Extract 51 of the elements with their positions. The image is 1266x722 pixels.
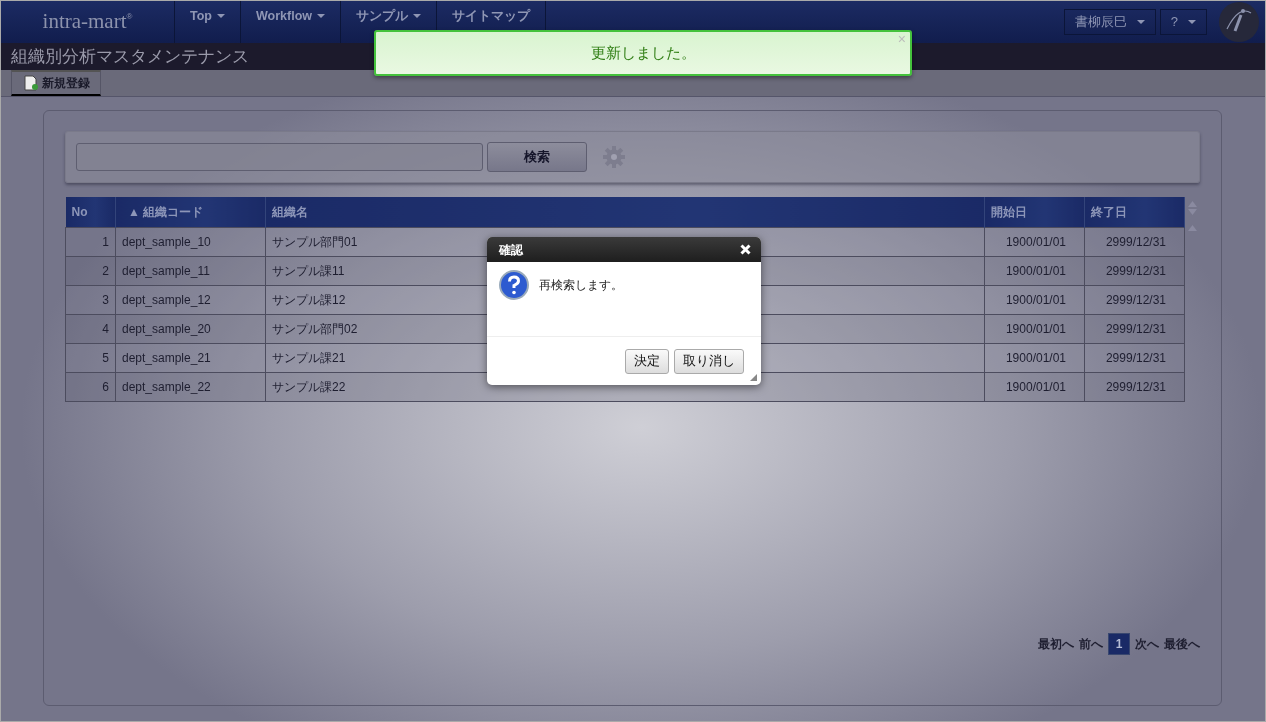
next-page-link[interactable]: 次へ bbox=[1135, 635, 1159, 653]
search-field[interactable] bbox=[76, 143, 483, 171]
table-cell: dept_sample_20 bbox=[115, 314, 266, 343]
column-header[interactable]: 終了日 bbox=[1084, 197, 1185, 227]
table-cell: 2999/12/31 bbox=[1084, 372, 1185, 401]
table-cell: 1900/01/01 bbox=[984, 227, 1085, 256]
page-title: 組織別分析マスタメンテナンス bbox=[11, 46, 249, 68]
column-header[interactable]: No bbox=[65, 197, 116, 227]
new-entry-button[interactable]: 新規登録 bbox=[11, 70, 101, 96]
table-cell: 1900/01/01 bbox=[984, 314, 1085, 343]
settings-icon[interactable] bbox=[603, 146, 625, 168]
last-page-link[interactable]: 最後へ bbox=[1164, 635, 1200, 653]
user-menu[interactable]: 書柳辰巳 bbox=[1063, 9, 1156, 35]
dialog-title: 確認 bbox=[499, 241, 523, 259]
table-cell: dept_sample_12 bbox=[115, 285, 266, 314]
table-cell: 5 bbox=[65, 343, 116, 372]
table-cell: 1900/01/01 bbox=[984, 372, 1085, 401]
table-cell: 1900/01/01 bbox=[984, 256, 1085, 285]
first-page-link[interactable]: 最初へ bbox=[1038, 635, 1074, 653]
table-cell: 6 bbox=[65, 372, 116, 401]
new-document-icon bbox=[24, 75, 38, 92]
dialog-message: 再検索します。 bbox=[539, 277, 623, 294]
table-cell: 2 bbox=[65, 256, 116, 285]
column-header[interactable]: ▲ 組織コード bbox=[115, 197, 266, 227]
table-cell: 2999/12/31 bbox=[1084, 227, 1185, 256]
table-cell: dept_sample_21 bbox=[115, 343, 266, 372]
confirm-button[interactable]: 決定 bbox=[625, 348, 669, 374]
close-icon[interactable] bbox=[740, 244, 751, 255]
help-menu[interactable]: ? bbox=[1159, 9, 1207, 35]
table-cell: dept_sample_22 bbox=[115, 372, 266, 401]
previous-page-link[interactable]: 前へ bbox=[1079, 635, 1103, 653]
table-cell: 1900/01/01 bbox=[984, 285, 1085, 314]
table-cell: dept_sample_10 bbox=[115, 227, 266, 256]
question-icon bbox=[499, 270, 529, 300]
search-button[interactable]: 検索 bbox=[487, 142, 587, 172]
table-cell: 1 bbox=[65, 227, 116, 256]
table-cell: 2999/12/31 bbox=[1084, 256, 1185, 285]
table-cell: 2999/12/31 bbox=[1084, 343, 1185, 372]
page-number[interactable]: 1 bbox=[1108, 633, 1130, 655]
table-cell: dept_sample_11 bbox=[115, 256, 266, 285]
table-cell: 3 bbox=[65, 285, 116, 314]
column-header[interactable]: 組織名 bbox=[265, 197, 985, 227]
table-cell: 4 bbox=[65, 314, 116, 343]
resize-grip-icon[interactable] bbox=[750, 374, 757, 381]
column-header[interactable]: 開始日 bbox=[984, 197, 1085, 227]
logo-icon[interactable] bbox=[1217, 1, 1261, 43]
toast-message: 更新しました。 bbox=[590, 42, 696, 63]
table-cell: 2999/12/31 bbox=[1084, 314, 1185, 343]
table-cell: 1900/01/01 bbox=[984, 343, 1085, 372]
cancel-button[interactable]: 取り消し bbox=[674, 348, 744, 374]
table-cell: 2999/12/31 bbox=[1084, 285, 1185, 314]
